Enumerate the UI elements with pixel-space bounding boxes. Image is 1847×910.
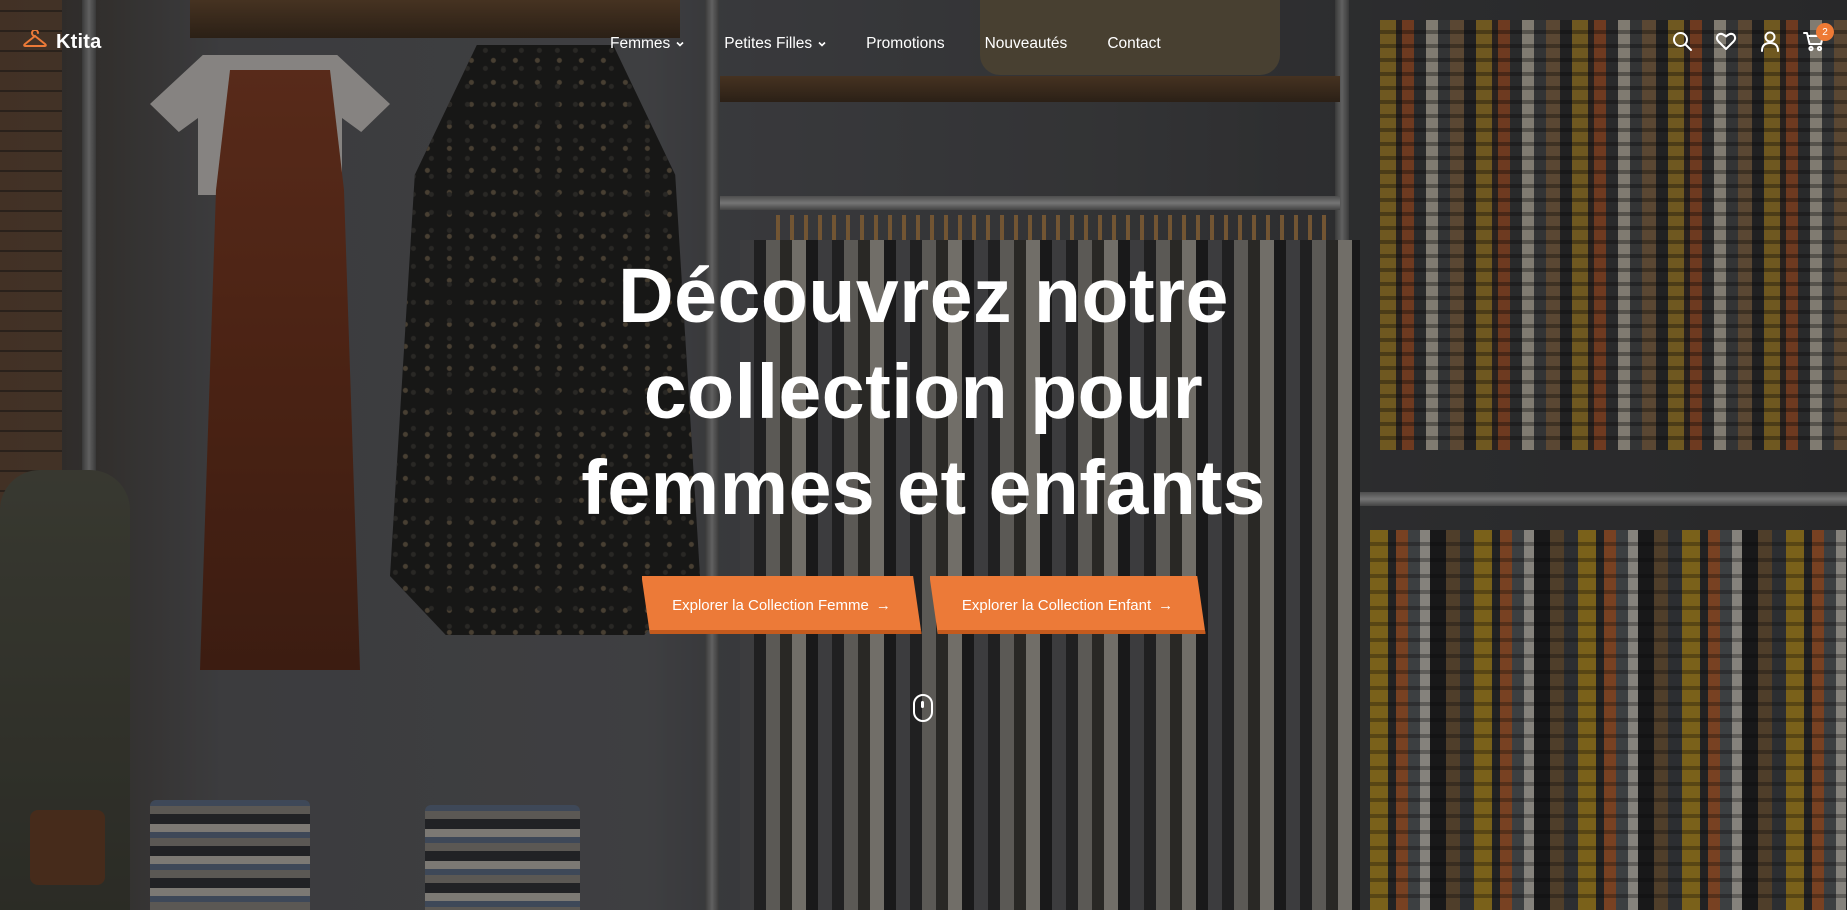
nav-item-label: Contact	[1107, 35, 1161, 52]
nav-item-nouveautes[interactable]: Nouveautés	[985, 35, 1068, 53]
nav-item-promotions[interactable]: Promotions	[866, 35, 944, 53]
header-actions: 2	[1671, 23, 1834, 52]
search-button[interactable]	[1671, 30, 1693, 52]
cart-count-badge: 2	[1816, 23, 1834, 41]
user-icon	[1761, 31, 1779, 52]
brand-name: Ktita	[56, 31, 102, 53]
nav-item-petites-filles[interactable]: Petites Filles	[724, 35, 826, 53]
brand-logo[interactable]: Ktita	[22, 29, 102, 55]
hero-title-line: Découvrez notre	[618, 253, 1229, 339]
cart-button[interactable]: 2	[1803, 23, 1834, 52]
cta-label: Explorer la Collection Enfant	[961, 596, 1152, 614]
nav-item-label: Petites Filles	[724, 35, 813, 52]
explore-kids-collection-button[interactable]: Explorer la Collection Enfant →	[929, 576, 1206, 634]
hero-title-line: collection pour	[643, 349, 1204, 435]
hero-cta-group: Explorer la Collection Femme → Explorer …	[0, 576, 1847, 634]
arrow-right-icon: →	[1158, 596, 1174, 614]
nav-item-label: Promotions	[866, 35, 945, 52]
hero-section: Découvrez notre collection pour femmes e…	[0, 248, 1847, 536]
nav-item-label: Nouveautés	[984, 35, 1068, 52]
search-icon	[1673, 32, 1692, 51]
site-header: Ktita Femmes Petites Filles Promotions N…	[0, 0, 1847, 88]
nav-item-label: Femmes	[610, 35, 671, 52]
hanger-icon	[22, 29, 48, 55]
hero-title: Découvrez notre collection pour femmes e…	[0, 248, 1847, 536]
explore-women-collection-button[interactable]: Explorer la Collection Femme →	[641, 576, 922, 634]
chevron-down-icon	[676, 41, 684, 47]
hero-title-line: femmes et enfants	[581, 445, 1266, 531]
chevron-down-icon	[818, 41, 826, 47]
nav-item-contact[interactable]: Contact	[1107, 35, 1160, 53]
arrow-right-icon: →	[875, 596, 891, 614]
wishlist-button[interactable]	[1715, 30, 1737, 52]
cta-label: Explorer la Collection Femme	[672, 596, 869, 614]
heart-icon	[1715, 32, 1737, 50]
main-nav: Femmes Petites Filles Promotions Nouveau…	[610, 35, 1161, 53]
account-button[interactable]	[1759, 30, 1781, 52]
nav-item-femmes[interactable]: Femmes	[610, 35, 684, 53]
mouse-scroll-icon[interactable]	[913, 694, 933, 722]
